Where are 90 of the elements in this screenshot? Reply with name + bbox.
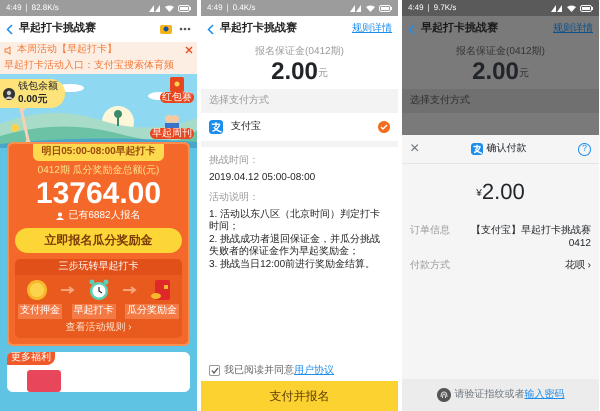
wifi-icon (366, 4, 375, 12)
battery-icon (580, 4, 593, 12)
step-label: 早起打卡 (72, 304, 116, 318)
challenge-time: 2019.04.12 05:00-08:00 (209, 172, 316, 184)
status-separator: | (26, 3, 28, 13)
arrow-icon (122, 286, 136, 294)
rule-text: 1. 活动以东八区（北京时间）判定打卡时间； (208, 208, 382, 234)
check-icon (210, 367, 218, 374)
challenge-label: 挑战时间： (209, 155, 260, 168)
agreement-checkbox[interactable] (209, 365, 220, 376)
arrow-icon (60, 286, 74, 294)
wallet-balance: 0.00元 (18, 94, 48, 106)
status-time: 4:49 (207, 3, 223, 13)
info-value: 花呗 › (564, 260, 591, 273)
deposit-label: 报名保证金(0412期) (456, 46, 545, 58)
prize-subtitle: 0412期 瓜分奖励金总额(元) (38, 164, 160, 177)
back-icon[interactable] (207, 24, 214, 34)
rule-text: 2. 挑战成功者退回保证金，并瓜分挑战失败者的保证金作为早起奖励金； (208, 234, 382, 258)
close-button[interactable]: × (410, 139, 420, 159)
coin-icon (26, 279, 48, 301)
status-separator: | (428, 3, 430, 13)
status-separator: | (226, 3, 229, 13)
notice-text: 早起打卡活动入口：支付宝搜索体育频 (4, 60, 174, 72)
nav-title: 早起打卡挑战赛 (19, 22, 96, 36)
alipay-icon (470, 143, 483, 155)
side-label: 红包赛 (160, 92, 194, 103)
signup-button[interactable]: 立即报名瓜分奖励金 (15, 228, 182, 252)
check-icon[interactable] (378, 121, 390, 134)
info-label: 付款方式 (410, 260, 450, 273)
battery-icon (379, 4, 392, 12)
rules-link[interactable]: 查看活动规则 › (65, 322, 132, 334)
agreement-text: 我已阅读并同意用户协议 (224, 364, 334, 377)
signup-count: 已有6882人报名 (68, 210, 141, 222)
signal-icon (350, 4, 362, 12)
avatar-icon (3, 88, 15, 100)
benefits-tag: 更多福利 (7, 352, 55, 364)
network-speed: 9.7K/s (434, 3, 456, 13)
back-icon[interactable] (6, 24, 13, 34)
wallet-label: 钱包余额 (18, 81, 58, 94)
envelope-icon (150, 279, 172, 301)
rules-link[interactable]: 规则详情 (553, 22, 593, 36)
people-icon[interactable] (163, 112, 181, 128)
signal-icon (149, 4, 161, 12)
prize-amount: 13764.00 (36, 177, 162, 210)
battery-icon (178, 4, 191, 12)
payment-name: 支付宝 (231, 121, 262, 134)
currency-symbol: ¥ (476, 188, 482, 200)
rules-label: 活动说明： (208, 191, 260, 206)
envelope-icon[interactable] (168, 76, 186, 92)
currency-unit: 元 (518, 68, 529, 81)
person-icon (56, 212, 64, 220)
payment-amount: 2.00 (482, 180, 525, 204)
coupon-thumbnail (27, 370, 61, 392)
wifi-icon (165, 4, 174, 12)
status-time: 4:49 (408, 3, 424, 13)
more-icon[interactable] (179, 27, 191, 31)
sheet-title: 确认付款 (486, 142, 527, 156)
deposit-label: 报名保证金(0412期) (255, 46, 344, 58)
rules-link[interactable]: 规则详情 (352, 22, 392, 36)
agreement-link[interactable]: 用户协议 (294, 364, 334, 376)
wifi-icon (567, 4, 576, 12)
status-time: 4:49 (6, 3, 22, 13)
step-label: 支付押金 (18, 304, 62, 318)
alipay-icon (209, 120, 223, 134)
network-speed: 82.8K/s (32, 3, 59, 13)
verify-text: 请验证指纹或者输入密码 (454, 388, 564, 402)
section-title: 选择支付方式 (201, 88, 398, 114)
alarm-clock-icon (88, 279, 110, 301)
deposit-amount: 2.00 (271, 58, 318, 85)
nav-title: 早起打卡挑战赛 (220, 22, 297, 36)
currency-unit: 元 (318, 68, 328, 81)
speaker-icon (4, 46, 13, 55)
steps-title: 三步玩转早起打卡 (15, 258, 182, 275)
payment-option[interactable]: 支付宝 (201, 113, 398, 148)
info-label: 订单信息 (410, 225, 450, 238)
fingerprint-icon[interactable] (436, 388, 450, 402)
nav-title: 早起打卡挑战赛 (421, 22, 498, 36)
deposit-amount: 2.00 (472, 58, 519, 85)
close-icon[interactable] (185, 46, 193, 54)
password-link[interactable]: 输入密码 (524, 388, 564, 400)
info-value: 【支付宝】早起打卡挑战赛 0412 (470, 225, 591, 250)
signal-icon (551, 4, 563, 12)
rule-text: 3. 挑战当日12:00前进行奖励金结算。 (208, 258, 376, 272)
help-button[interactable]: ? (578, 142, 591, 156)
network-speed: 0.4K/s (232, 3, 256, 13)
side-label: 早起周刊 (150, 128, 194, 139)
section-title: 选择支付方式 (402, 88, 599, 114)
step-label: 瓜分奖励金 (125, 304, 179, 318)
notice-text: 本周活动【早起打卡】 (17, 44, 117, 56)
pay-button[interactable]: 支付并报名 (201, 381, 398, 411)
